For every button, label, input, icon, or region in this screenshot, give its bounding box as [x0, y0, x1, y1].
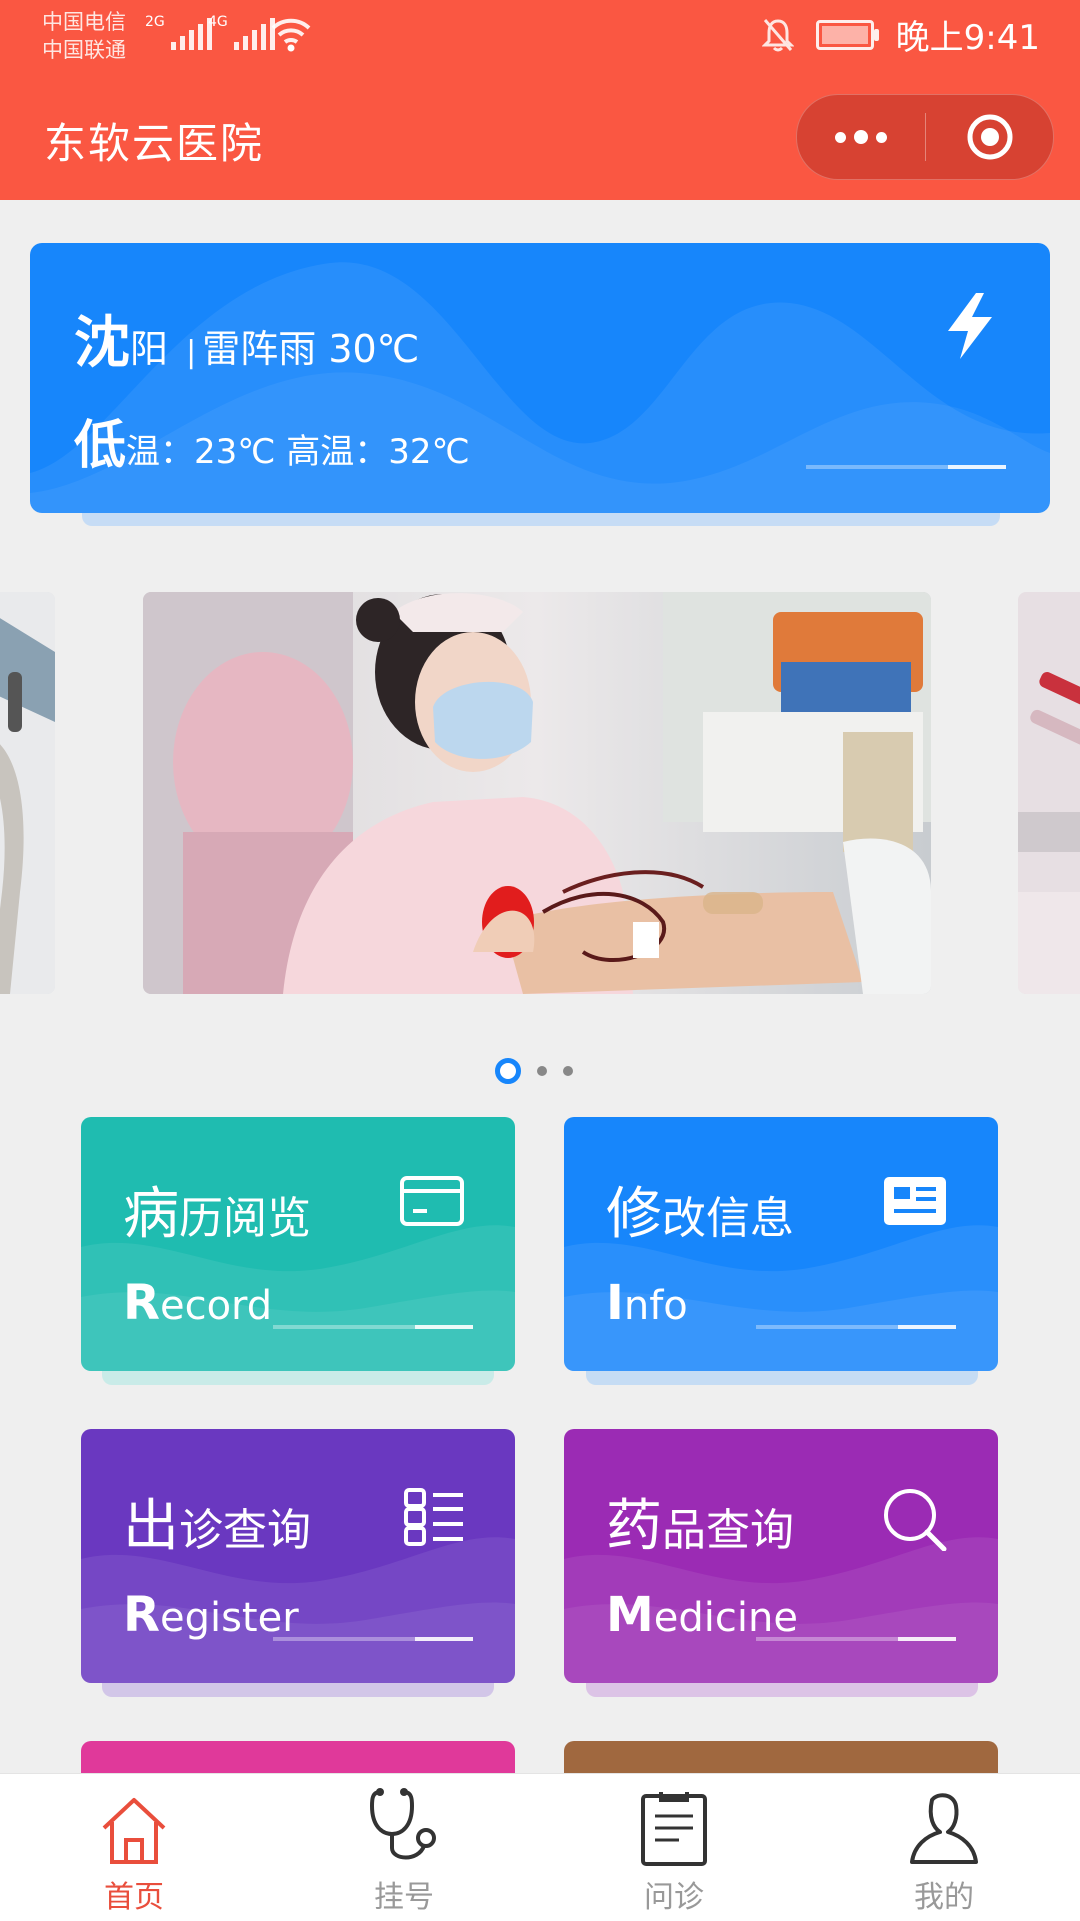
tile-decor-bar	[756, 1637, 956, 1641]
carousel-dot-2[interactable]	[537, 1066, 547, 1076]
mini-program-capsule	[796, 94, 1054, 180]
weather-divider: |	[186, 335, 197, 370]
weather-summary: 沈阳 | 雷阵雨 30℃	[74, 298, 419, 379]
signal-1-label: 2G	[145, 14, 165, 30]
wifi-icon	[271, 18, 311, 52]
clipboard-icon	[641, 1792, 707, 1866]
id-card-icon	[884, 1177, 946, 1225]
tile-decor-bar	[273, 1325, 473, 1329]
more-menu-button[interactable]	[797, 95, 925, 179]
carousel-dot-1[interactable]	[495, 1058, 521, 1084]
carousel-slide-prev[interactable]	[0, 592, 55, 994]
medical-photo-prev	[0, 592, 55, 994]
tile-decor-bar	[273, 1637, 473, 1641]
tile-subtitle: Medicine	[606, 1587, 798, 1643]
carousel-slide-active[interactable]	[143, 592, 931, 994]
card-icon	[400, 1176, 464, 1226]
banner-carousel[interactable]	[0, 592, 1080, 996]
tab-home-label: 首页	[104, 1880, 164, 1915]
battery-icon	[815, 19, 879, 50]
tab-consult-label: 问诊	[644, 1880, 704, 1915]
tile-record[interactable]: 病历阅览 Record	[81, 1117, 515, 1371]
page-title: 东软云医院	[44, 119, 265, 168]
tab-mine[interactable]: 我的	[874, 1784, 1014, 1919]
tile-decor-bar	[756, 1325, 956, 1329]
tab-home[interactable]: 首页	[64, 1784, 204, 1919]
tile-title: 病历阅览	[123, 1182, 311, 1247]
tile-title: 修改信息	[606, 1182, 794, 1247]
bottom-tab-bar: 首页 挂号 问诊 我的	[0, 1773, 1080, 1921]
user-icon	[910, 1793, 978, 1864]
lightning-icon	[948, 293, 992, 359]
carousel-dot-3[interactable]	[563, 1066, 573, 1076]
home-icon	[102, 1798, 166, 1864]
search-icon	[884, 1489, 947, 1551]
tab-mine-label: 我的	[914, 1880, 974, 1915]
stethoscope-icon	[369, 1788, 436, 1860]
weather-range: 低温：23℃ 高温：32℃	[74, 403, 470, 478]
weather-card[interactable]: 沈阳 | 雷阵雨 30℃ 低温：23℃ 高温：32℃	[30, 243, 1050, 513]
list-icon	[404, 1488, 463, 1546]
tile-subtitle: Info	[606, 1275, 688, 1331]
weather-decor-bar	[806, 465, 1006, 469]
status-time: 晚上9:41	[895, 18, 1040, 58]
tile-subtitle: Record	[123, 1275, 273, 1331]
tile-info[interactable]: 修改信息 Info	[564, 1117, 998, 1371]
low-first-char: 低	[74, 416, 127, 476]
carousel-slide-next[interactable]	[1018, 592, 1080, 994]
nurse-blood-draw-photo	[143, 592, 931, 994]
mute-bell-icon	[761, 18, 794, 51]
tab-consult[interactable]: 问诊	[604, 1784, 744, 1919]
city-first-char: 沈	[74, 311, 130, 376]
carrier-1: 中国电信	[42, 10, 126, 34]
status-right: 晚上9:41	[761, 10, 1040, 59]
current-temperature: 30℃	[328, 327, 420, 371]
tile-title: 药品查询	[606, 1494, 794, 1559]
close-miniprogram-button[interactable]	[926, 95, 1053, 179]
signal-2-label: 4G	[208, 14, 228, 30]
app-header: 中国电信 中国联通 2G 4G 晚上9:41 东软云医院	[0, 0, 1080, 200]
tile-medicine[interactable]: 药品查询 Medicine	[564, 1429, 998, 1683]
weather-condition: 雷阵雨	[202, 327, 317, 371]
carrier-info: 中国电信 中国联通	[42, 8, 126, 64]
tab-register-label: 挂号	[374, 1880, 434, 1915]
city-rest: 阳	[130, 327, 169, 371]
tab-register[interactable]: 挂号	[334, 1784, 474, 1919]
signal-1-icon: 2G	[145, 14, 212, 50]
tile-register[interactable]: 出诊查询 Register	[81, 1429, 515, 1683]
carrier-2: 中国联通	[42, 38, 126, 62]
tile-subtitle: Register	[123, 1587, 299, 1643]
carousel-indicator	[495, 1058, 573, 1084]
temperature-range: 温：23℃ 高温：32℃	[126, 432, 470, 472]
record-circle-icon	[967, 114, 1012, 160]
medical-photo-next	[1018, 592, 1080, 994]
tile-title: 出诊查询	[123, 1494, 311, 1559]
signal-2-icon: 4G	[208, 14, 275, 50]
